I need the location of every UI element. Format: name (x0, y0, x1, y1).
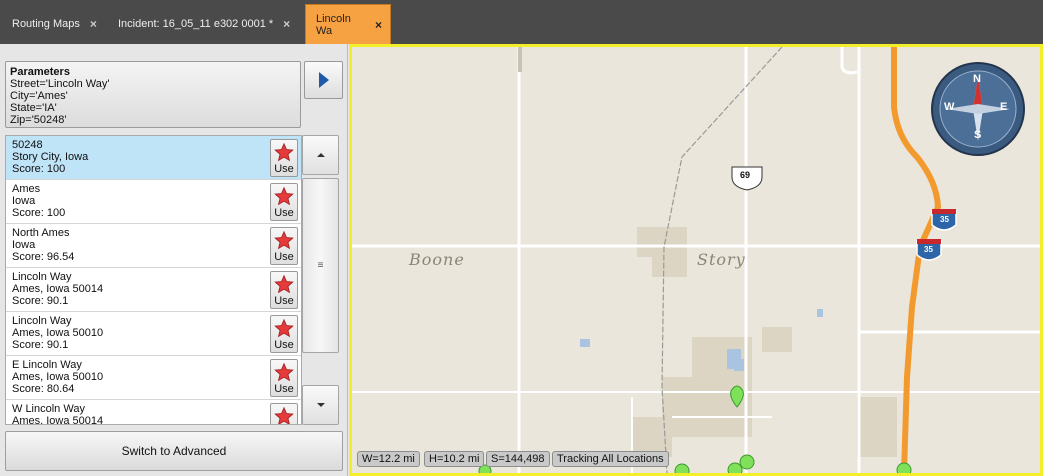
results-scrollbar[interactable]: ≡ (302, 135, 342, 425)
geocode-panel: Parameters Street='Lincoln Way' City='Am… (0, 44, 348, 476)
result-line2: Ames, Iowa 50010 (12, 371, 104, 383)
result-item[interactable]: Lincoln Way Ames, Iowa 50014 Score: 90.1 Us… (6, 268, 301, 312)
map-height-status: H=10.2 mi (424, 451, 485, 467)
run-search-button[interactable] (304, 61, 343, 99)
location-marker-icon (674, 463, 690, 473)
param-zip: Zip='50248' (10, 114, 67, 126)
compass-e: E (1000, 101, 1008, 113)
star-icon (274, 406, 294, 424)
result-line3: Score: 96.54 (12, 251, 75, 263)
star-icon (274, 230, 294, 250)
chevron-down-icon (316, 403, 325, 407)
result-line1: E Lincoln Way (12, 359, 82, 371)
location-marker-icon (739, 454, 755, 470)
result-line3: Score: 100 (12, 163, 66, 175)
result-line3: Score: 80.64 (12, 383, 75, 395)
compass-w: W (944, 101, 955, 113)
param-state: State='IA' (10, 102, 57, 114)
tab-label: Routing Maps (12, 18, 80, 30)
result-line1: Ames (12, 183, 41, 195)
tab-bar: Routing Maps × Incident: 16_05_11 e302 0… (0, 0, 1043, 44)
use-label: Use (274, 295, 294, 307)
result-line1: North Ames (12, 227, 70, 239)
use-result-button[interactable]: Use (270, 183, 298, 221)
use-label: Use (274, 251, 294, 263)
result-item[interactable]: North Ames Iowa Score: 96.54 Use (6, 224, 301, 268)
result-line2: Ames, Iowa 50014 (12, 283, 104, 295)
parameters-title: Parameters (10, 66, 70, 78)
use-label: Use (274, 207, 294, 219)
location-marker-icon (896, 462, 912, 473)
use-result-button[interactable]: Use (270, 359, 298, 397)
tab-routing-maps[interactable]: Routing Maps × (2, 10, 105, 38)
use-label: Use (274, 383, 294, 395)
use-result-button[interactable]: Use (270, 403, 298, 424)
result-line3: Score: 90.1 (12, 295, 69, 307)
result-line1: 50248 (12, 139, 43, 151)
result-line2: Iowa (12, 239, 36, 251)
result-item[interactable]: 50248 Story City, Iowa Score: 100 Use (6, 136, 301, 180)
county-label-boone: Boone (409, 250, 465, 269)
result-item[interactable]: E Lincoln Way Ames, Iowa 50010 Score: 80.6… (6, 356, 301, 400)
param-street: Street='Lincoln Way' (10, 78, 110, 90)
use-result-button[interactable]: Use (270, 227, 298, 265)
parameters-box: Parameters Street='Lincoln Way' City='Am… (5, 61, 301, 128)
county-label-story: Story (697, 250, 746, 269)
result-line3: Score: 100 (12, 207, 66, 219)
close-icon[interactable]: × (375, 18, 382, 32)
us-69-label: 69 (740, 170, 751, 180)
result-item[interactable]: Lincoln Way Ames, Iowa 50010 Score: 90.1 Us… (6, 312, 301, 356)
use-label: Use (274, 339, 294, 351)
map-width-status: W=12.2 mi (357, 451, 420, 467)
map-scale-status: S=144,498 (486, 451, 550, 467)
star-icon (274, 142, 294, 162)
result-line1: Lincoln Way (12, 315, 72, 327)
play-icon (318, 72, 329, 88)
tab-incident[interactable]: Incident: 16_05_11 e302 0001 * × (108, 10, 298, 38)
tab-label: Incident: 16_05_11 e302 0001 * (118, 18, 274, 30)
scroll-thumb[interactable]: ≡ (302, 178, 339, 353)
i35-label: 35 (940, 215, 949, 224)
compass-s: S (974, 129, 982, 141)
param-city: City='Ames' (10, 90, 68, 102)
result-line2: Story City, Iowa (12, 151, 89, 163)
location-marker-icon (727, 462, 743, 473)
star-icon (274, 318, 294, 338)
result-line1: W Lincoln Way (12, 403, 85, 415)
chevron-up-icon (316, 153, 325, 157)
use-result-button[interactable]: Use (270, 139, 298, 177)
result-line2: Ames, Iowa 50010 (12, 327, 104, 339)
scroll-down-button[interactable] (302, 385, 339, 425)
tab-lincoln-way[interactable]: Lincoln Wa × (305, 4, 391, 44)
switch-to-advanced-button[interactable]: Switch to Advanced (5, 431, 343, 471)
result-line2: Iowa (12, 195, 36, 207)
result-line3: Score: 90.1 (12, 339, 69, 351)
tab-label: Lincoln Wa (316, 12, 351, 37)
result-line2: Ames, Iowa 50014 (12, 415, 104, 425)
tracking-status: Tracking All Locations (552, 451, 669, 467)
results-list: 50248 Story City, Iowa Score: 100 Use Ames Io… (5, 135, 302, 425)
compass-n: N (973, 73, 981, 85)
use-result-button[interactable]: Use (270, 315, 298, 353)
use-result-button[interactable]: Use (270, 271, 298, 309)
result-item[interactable]: W Lincoln WayAmes, Iowa 50014 Use (6, 400, 301, 425)
close-icon[interactable]: × (90, 17, 97, 31)
scroll-up-button[interactable] (302, 135, 339, 175)
result-item[interactable]: Ames Iowa Score: 100 Use (6, 180, 301, 224)
map-view[interactable]: 69 35 35 Boone Story N E S W W=12.2 mi H… (349, 44, 1043, 476)
i35-label: 35 (924, 245, 933, 254)
use-label: Use (274, 163, 294, 175)
result-line1: Lincoln Way (12, 271, 72, 283)
close-icon[interactable]: × (283, 17, 290, 31)
compass-icon[interactable]: N E S W (930, 61, 1026, 157)
star-icon (274, 186, 294, 206)
star-icon (274, 362, 294, 382)
star-icon (274, 274, 294, 294)
